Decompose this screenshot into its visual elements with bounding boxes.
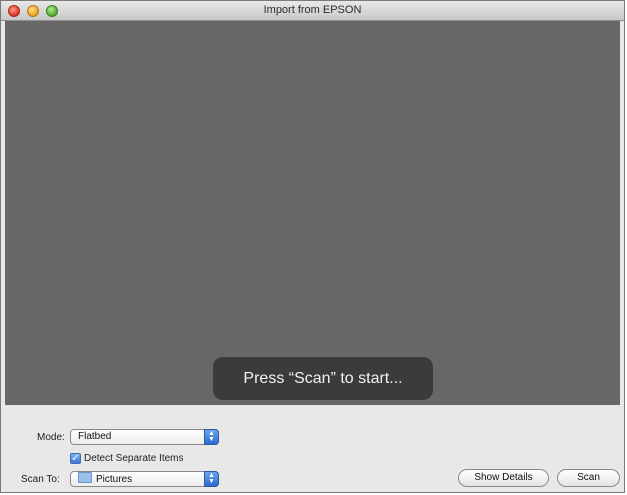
scan-to-popup[interactable]: Pictures ▲ ▼ bbox=[70, 471, 219, 487]
scan-prompt-message: Press “Scan” to start... bbox=[213, 357, 433, 400]
folder-icon bbox=[78, 472, 92, 483]
mode-label: Mode: bbox=[37, 432, 65, 443]
import-window: Import from EPSON Press “Scan” to start.… bbox=[0, 0, 625, 493]
scan-preview-area[interactable]: Press “Scan” to start... bbox=[5, 21, 620, 405]
mode-popup[interactable]: Flatbed ▲ ▼ bbox=[70, 429, 219, 445]
detect-separate-checkbox[interactable]: ✓ bbox=[70, 453, 81, 464]
scan-controls: Mode: Flatbed ▲ ▼ ✓ Detect Separate Items… bbox=[1, 407, 624, 492]
title-bar[interactable]: Import from EPSON bbox=[1, 1, 624, 21]
window-title: Import from EPSON bbox=[263, 4, 362, 16]
popup-arrows-icon: ▲ ▼ bbox=[204, 471, 219, 487]
scan-to-value: Pictures bbox=[96, 474, 133, 485]
popup-arrows-icon: ▲ ▼ bbox=[204, 429, 219, 445]
mode-value: Flatbed bbox=[78, 431, 112, 442]
show-details-button[interactable]: Show Details bbox=[458, 469, 549, 487]
detect-separate-label: Detect Separate Items bbox=[84, 453, 184, 464]
scan-button[interactable]: Scan bbox=[557, 469, 620, 487]
scan-to-label: Scan To: bbox=[21, 474, 60, 485]
